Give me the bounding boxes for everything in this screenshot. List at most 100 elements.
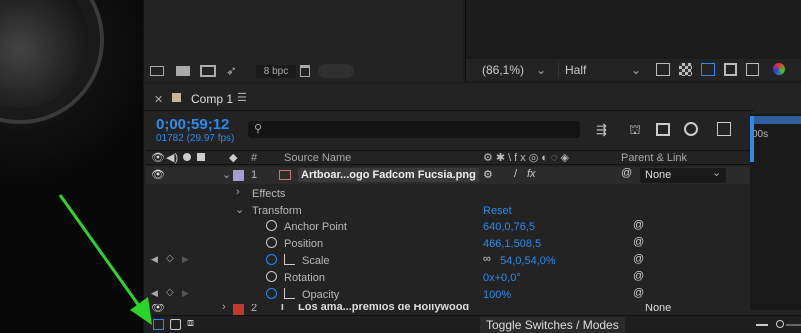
property-value[interactable]: 640,0,76,5 xyxy=(483,221,535,233)
delete-icon[interactable] xyxy=(300,65,310,77)
channel-icon[interactable] xyxy=(773,63,785,75)
panel-menu-icon[interactable]: ☰ xyxy=(237,91,247,104)
render-icon[interactable]: ➶ xyxy=(226,63,237,79)
hash-header: # xyxy=(251,152,258,164)
close-icon[interactable]: ✕ xyxy=(154,93,163,106)
effects-group[interactable]: Effects xyxy=(252,188,285,200)
bpc-button[interactable]: 8 bpc xyxy=(256,65,296,78)
transparency-grid-icon[interactable] xyxy=(679,63,692,76)
work-area-bar[interactable] xyxy=(750,116,801,124)
layer-index: 1 xyxy=(251,169,258,181)
ruler-label: 00s xyxy=(752,129,769,140)
status-bar: ⧈ Toggle Switches / Modes xyxy=(144,315,801,333)
column-headers: 👁 ◀) ◆ # Source Name ⚙✱\fx◎◐◌◈ Parent & … xyxy=(146,150,750,165)
expression-pickwhip-icon[interactable]: @ xyxy=(633,236,644,248)
mask-visibility-icon[interactable] xyxy=(701,63,715,76)
layer-row-1[interactable]: 👁 ⌄ 1 Artboar...ogo Fadcom Fucsia.png ⚙ … xyxy=(146,167,750,184)
new-composition-icon[interactable] xyxy=(200,65,216,77)
parent-dropdown[interactable]: None ⌄ xyxy=(640,167,726,183)
parent-value[interactable]: None xyxy=(645,304,671,314)
source-name-header[interactable]: Source Name xyxy=(284,152,351,164)
motion-blur-icon[interactable] xyxy=(684,122,698,136)
parent-value: None xyxy=(645,169,672,181)
stopwatch-icon[interactable] xyxy=(266,237,277,248)
interpret-footage-icon[interactable] xyxy=(150,66,164,76)
transfer-controls-toggle-icon[interactable] xyxy=(170,319,181,330)
next-keyframe-icon[interactable]: ▶ xyxy=(182,254,189,265)
project-scroll[interactable] xyxy=(318,64,354,78)
comp-tab-title[interactable]: Comp 1 xyxy=(191,92,233,106)
time-ruler[interactable]: 00s xyxy=(750,114,801,164)
constrain-link-icon[interactable]: ∞ xyxy=(483,253,491,265)
search-input[interactable]: ⚲ xyxy=(248,121,580,138)
in-out-toggle-icon[interactable]: ⧈ xyxy=(187,317,194,330)
graph-editor-icon[interactable] xyxy=(717,122,731,136)
graph-icon[interactable] xyxy=(284,254,295,265)
timeline-track-area xyxy=(750,164,801,310)
solo-icon xyxy=(183,153,191,161)
transform-group[interactable]: Transform xyxy=(252,205,302,217)
property-value[interactable]: 54,0,54,0% xyxy=(500,255,556,267)
chevron-down-icon[interactable]: ⌄ xyxy=(235,203,244,216)
expression-pickwhip-icon[interactable]: @ xyxy=(633,270,644,282)
frame-info: 01782 (29.97 fps) xyxy=(156,133,235,144)
layer-label-color[interactable] xyxy=(233,170,244,181)
zoom-out-icon[interactable] xyxy=(756,324,768,326)
chevron-down-icon: ⌄ xyxy=(536,63,547,77)
property-value[interactable]: 0x+0,0° xyxy=(483,272,521,284)
comp-color-swatch xyxy=(172,93,181,102)
fast-preview-icon[interactable] xyxy=(656,63,670,76)
zoom-slider-track[interactable] xyxy=(786,324,801,326)
resolution-dropdown[interactable]: Half ⌄ xyxy=(558,62,644,78)
new-folder-icon[interactable] xyxy=(176,66,190,76)
next-keyframe-icon[interactable]: ▶ xyxy=(182,288,189,299)
arrow-head xyxy=(130,297,152,325)
region-of-interest-icon[interactable] xyxy=(724,63,737,76)
expression-pickwhip-icon[interactable]: @ xyxy=(633,253,644,265)
viewer-panel: (86,1%) ⌄ Half ⌄ xyxy=(465,0,801,82)
toggle-switches-modes-button[interactable]: Toggle Switches / Modes xyxy=(480,317,625,333)
chevron-right-icon[interactable]: › xyxy=(236,186,240,198)
property-position: Position 466,1,508,5 @ xyxy=(146,235,750,252)
layer-label-color[interactable] xyxy=(233,304,244,315)
property-value[interactable]: 466,1,508,5 xyxy=(483,238,541,250)
visibility-eye-icon[interactable]: 👁 xyxy=(151,168,165,181)
resolution-value: Half xyxy=(565,63,587,77)
parent-pickwhip-icon[interactable]: @ xyxy=(621,167,632,179)
draft-3d-icon[interactable]: ⛫ xyxy=(629,122,641,140)
add-keyframe-icon[interactable]: ◇ xyxy=(166,253,174,264)
chevron-right-icon[interactable]: › xyxy=(222,304,226,313)
lock-icon xyxy=(197,153,205,161)
parent-link-header[interactable]: Parent & Link xyxy=(621,152,687,164)
quality-switch-icon[interactable]: / xyxy=(514,168,517,180)
stopwatch-icon[interactable] xyxy=(266,271,277,282)
reset-link[interactable]: Reset xyxy=(483,205,512,217)
chevron-down-icon: ⌄ xyxy=(631,63,642,77)
effects-switch-icon[interactable]: fx xyxy=(527,168,536,180)
chevron-down-icon: ⌄ xyxy=(712,167,722,179)
stopwatch-active-icon[interactable] xyxy=(266,288,277,299)
expression-pickwhip-icon[interactable]: @ xyxy=(633,287,644,299)
frame-blending-icon[interactable] xyxy=(656,123,670,136)
zoom-dropdown[interactable]: (86,1%) ⌄ xyxy=(482,62,560,78)
zoom-slider[interactable] xyxy=(776,320,784,328)
add-keyframe-icon[interactable]: ◇ xyxy=(166,287,174,298)
timecode[interactable]: 0;00;59;12 xyxy=(156,116,229,133)
playhead[interactable] xyxy=(750,116,754,162)
graph-icon[interactable] xyxy=(284,288,295,299)
stopwatch-active-icon[interactable] xyxy=(266,254,277,265)
audio-icon: ◀) xyxy=(166,152,179,164)
comp-mini-flowchart-icon[interactable]: ⇶ xyxy=(596,122,607,138)
arrow-shaft xyxy=(58,194,144,311)
shy-switch-icon[interactable]: ⚙ xyxy=(483,168,493,181)
switches-header: ⚙✱\fx◎◐◌◈ xyxy=(483,152,572,164)
chevron-down-icon[interactable]: ⌄ xyxy=(222,168,231,181)
grid-icon[interactable] xyxy=(746,63,759,76)
tab-underline xyxy=(144,110,754,111)
property-value[interactable]: 100% xyxy=(483,289,511,301)
label-icon: ◆ xyxy=(229,152,238,164)
layer-name[interactable]: Los ama...premios de Hollywood xyxy=(298,304,469,313)
layer-name[interactable]: Artboar...ogo Fadcom Fucsia.png xyxy=(298,168,479,182)
stopwatch-icon[interactable] xyxy=(266,220,277,231)
expression-pickwhip-icon[interactable]: @ xyxy=(633,219,644,231)
